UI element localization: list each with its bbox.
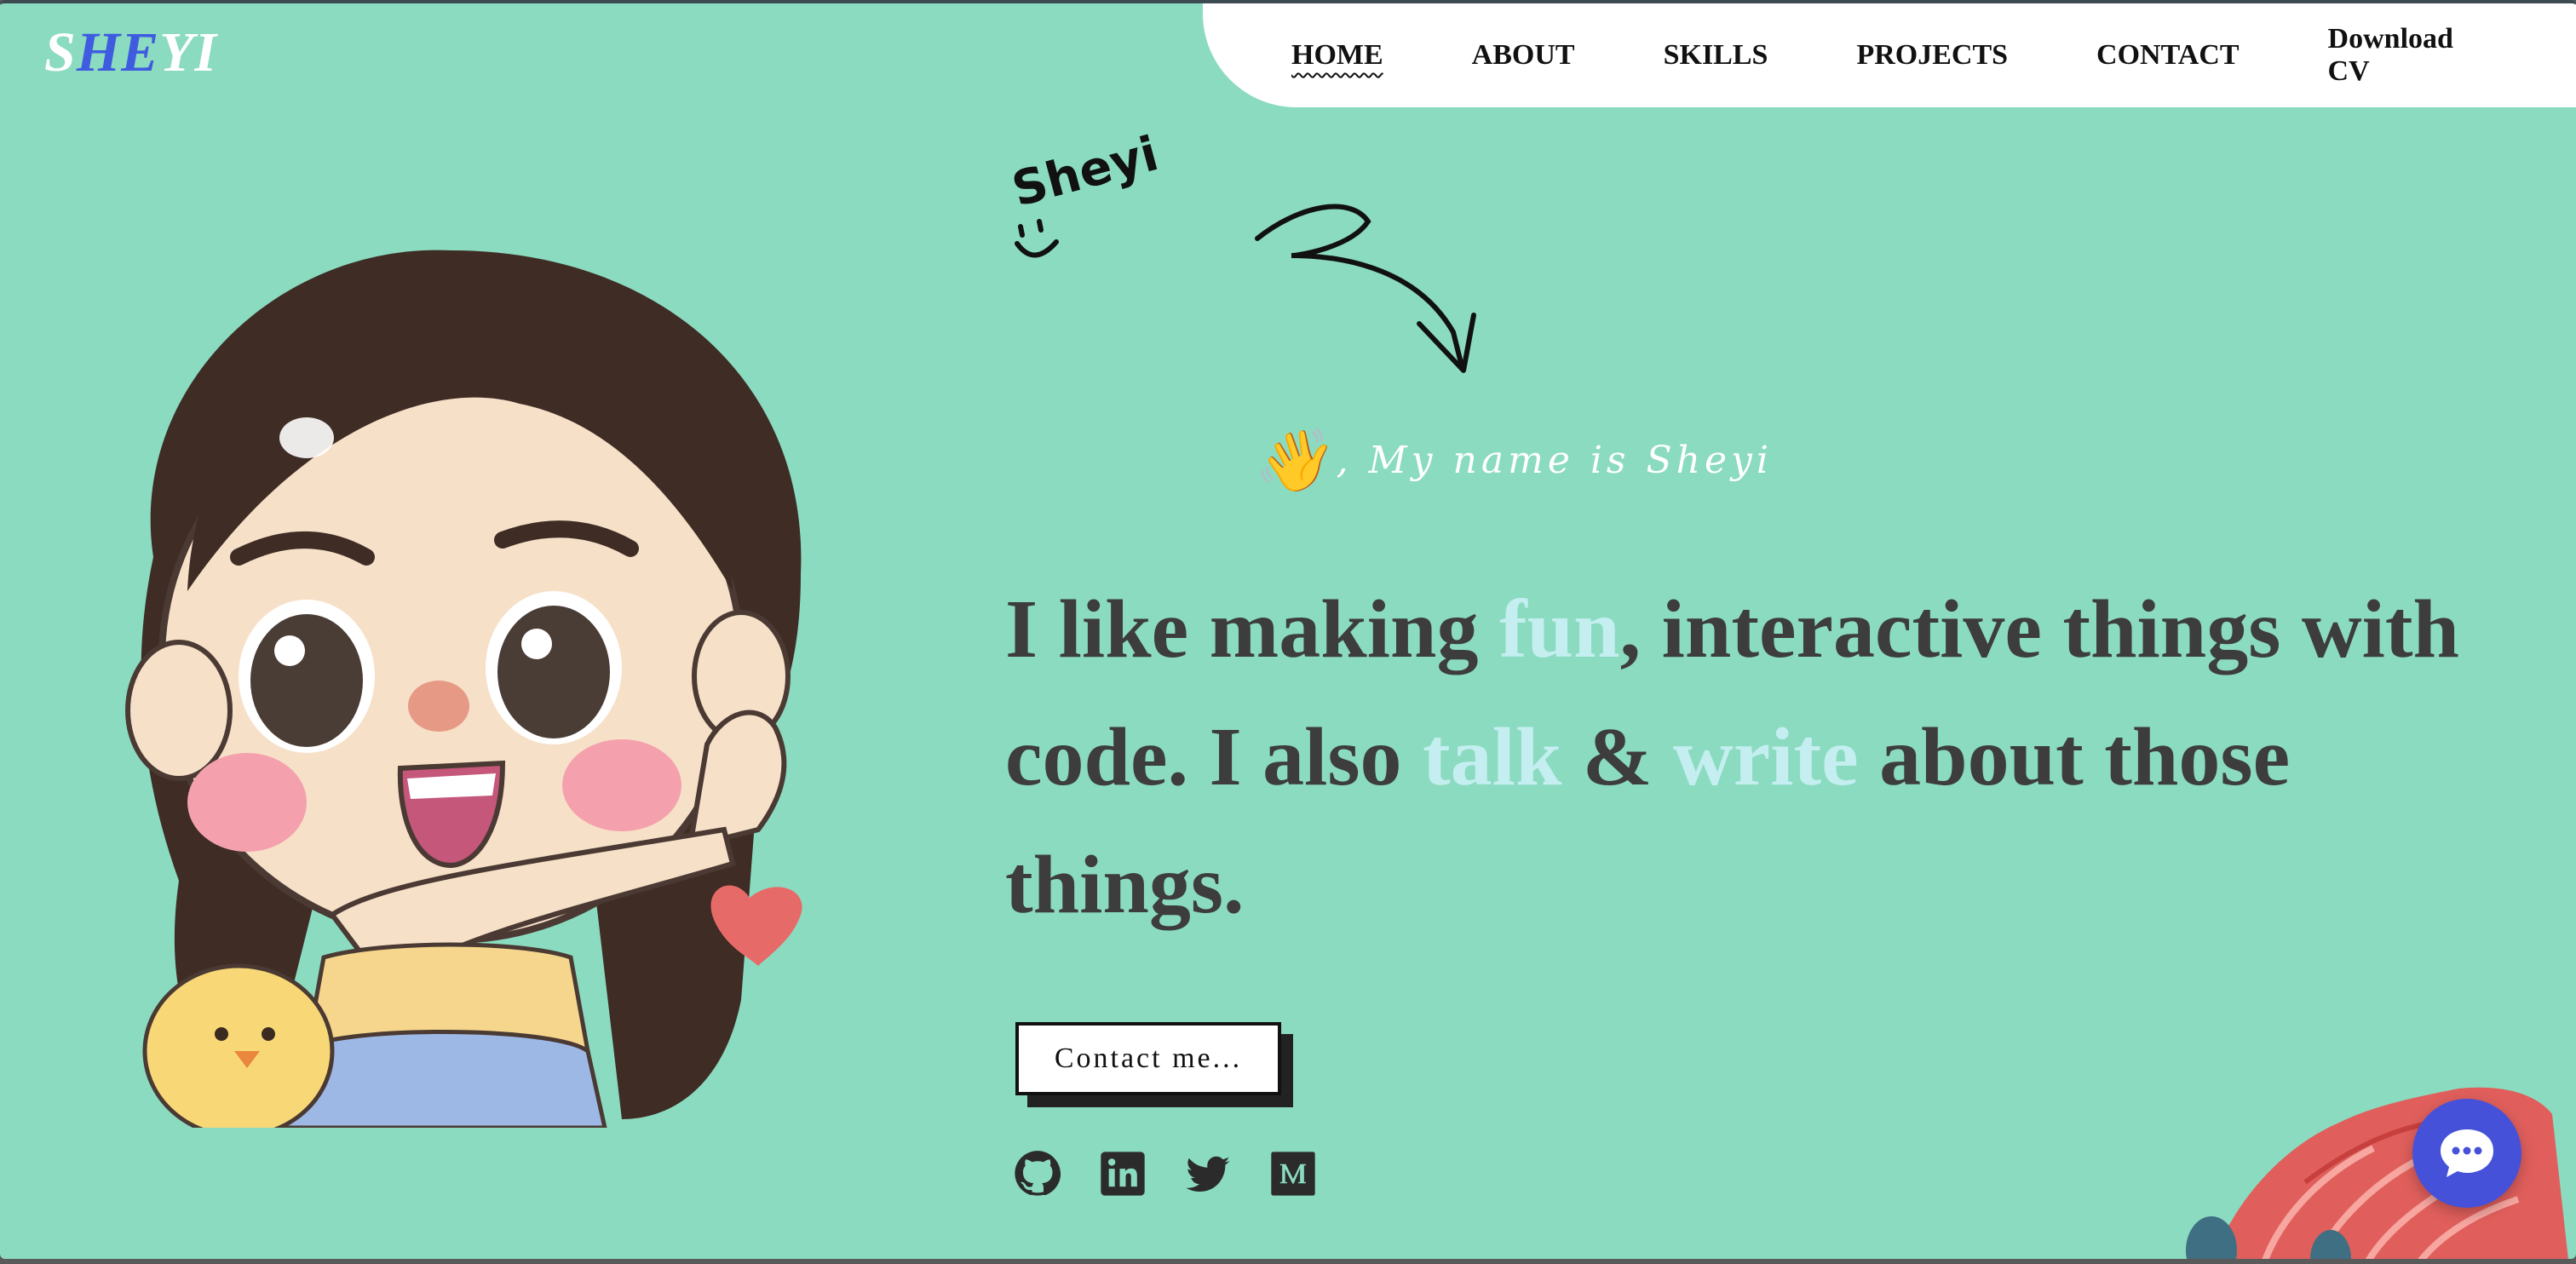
- waving-hand-icon: 👋: [1252, 424, 1333, 496]
- page: SHEYI HOME ABOUT SKILLS PROJECTS CONTACT…: [0, 0, 2576, 1259]
- twitter-icon[interactable]: [1184, 1150, 1232, 1198]
- avatar-illustration: [125, 250, 802, 1128]
- logo-letter: I: [194, 21, 218, 83]
- logo-letter: S: [44, 21, 77, 83]
- arrow-icon: [1255, 204, 1476, 373]
- intro-line: 👋 , My name is Sheyi: [1252, 429, 1773, 491]
- headline-text: I like making: [1005, 583, 1499, 675]
- github-icon[interactable]: [1014, 1150, 1061, 1198]
- headline-text: &: [1561, 711, 1674, 803]
- nav-home[interactable]: HOME: [1291, 39, 1383, 72]
- linkedin-icon[interactable]: [1099, 1150, 1147, 1198]
- chat-button[interactable]: [2412, 1099, 2521, 1208]
- handwritten-name: Sheyi: [1006, 126, 1164, 218]
- chat-bubble-icon: [2441, 1129, 2493, 1177]
- social-links: [1014, 1150, 1354, 1198]
- highlight-fun: fun: [1498, 583, 1620, 675]
- nav-contact[interactable]: CONTACT: [2096, 39, 2240, 72]
- nav-about[interactable]: ABOUT: [1472, 39, 1575, 72]
- smiley-icon: [1015, 219, 1059, 258]
- nav-projects[interactable]: PROJECTS: [1856, 39, 2008, 72]
- logo-letter: H: [76, 21, 122, 83]
- logo-letter: E: [121, 21, 160, 83]
- hero-headline: I like making fun, interactive things wi…: [1005, 566, 2521, 949]
- highlight-write: write: [1673, 711, 1859, 803]
- main-nav: HOME ABOUT SKILLS PROJECTS CONTACT Downl…: [1203, 3, 2576, 107]
- highlight-talk: talk: [1423, 711, 1562, 803]
- logo-letter: Y: [159, 21, 195, 83]
- site-logo[interactable]: SHEYI: [44, 20, 217, 85]
- nav-skills[interactable]: SKILLS: [1664, 39, 1768, 72]
- nav-download-cv[interactable]: Download CV: [2328, 23, 2487, 88]
- contact-me-button[interactable]: Contact me...: [1015, 1022, 1281, 1095]
- medium-icon[interactable]: [1269, 1150, 1317, 1198]
- intro-text: , My name is Sheyi: [1336, 438, 1773, 482]
